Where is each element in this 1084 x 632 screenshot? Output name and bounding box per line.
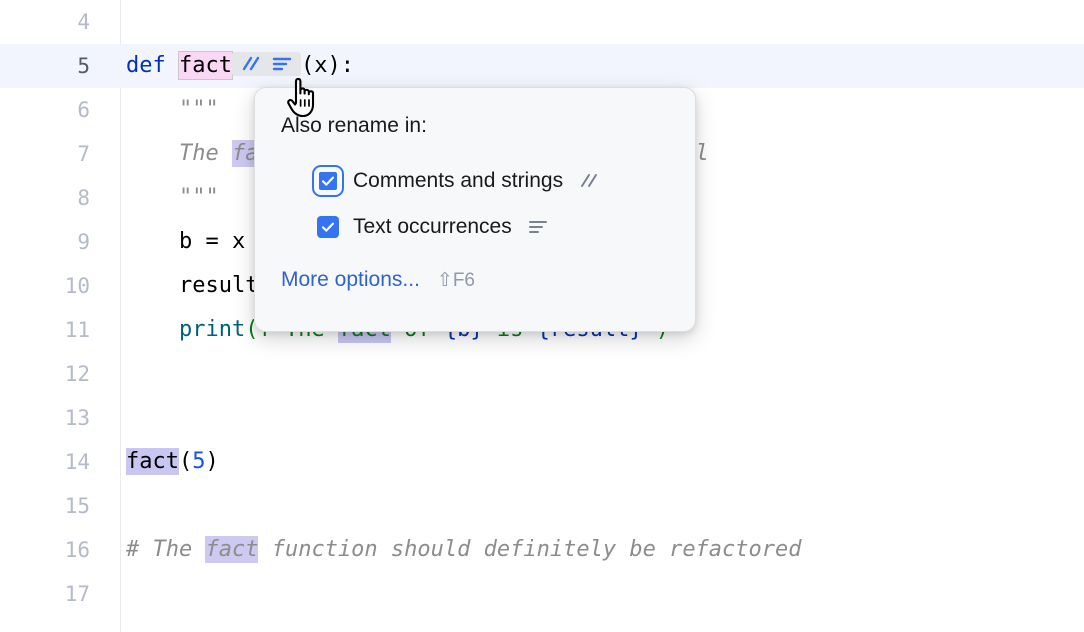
rename-target-identifier[interactable]: fact xyxy=(179,52,232,79)
docstring-close-quotes: """ xyxy=(179,185,219,210)
line-number-12: 12 xyxy=(0,362,104,386)
line14-argument: 5 xyxy=(192,449,205,474)
code-editor[interactable]: 4 5 def fact (x): 6 """ 7 The fact functi… xyxy=(0,0,1084,632)
inline-rename-toolbar[interactable] xyxy=(232,52,301,76)
text-occurrences-label: Text occurrences xyxy=(353,215,512,239)
editor-line-14[interactable]: 14 fact(5) xyxy=(0,440,1084,484)
line-number-17: 17 xyxy=(0,582,104,606)
more-options-shortcut: ⇧F6 xyxy=(437,269,475,292)
editor-line-17[interactable]: 17 xyxy=(0,572,1084,616)
line-number-16: 16 xyxy=(0,538,104,562)
line-number-11: 11 xyxy=(0,318,104,342)
more-options-row[interactable]: More options... ⇧F6 xyxy=(255,268,695,292)
line5-params: (x): xyxy=(301,53,354,78)
option-text-occurrences[interactable]: Text occurrences xyxy=(255,204,695,250)
more-options-link[interactable]: More options... xyxy=(281,268,420,292)
comment-rest: function should definitely be refactored xyxy=(258,537,801,562)
line-number-10: 10 xyxy=(0,274,104,298)
line9-code: b = x xyxy=(179,229,245,254)
docstring-prefix: The xyxy=(179,141,232,166)
line-number-7: 7 xyxy=(0,142,104,166)
editor-line-12[interactable]: 12 xyxy=(0,352,1084,396)
option-comments-and-strings[interactable]: Comments and strings xyxy=(255,158,695,204)
checkmark-icon xyxy=(320,219,336,235)
text-occurrences-checkbox[interactable] xyxy=(317,216,339,238)
text-lines-icon[interactable] xyxy=(271,55,293,73)
rename-options-popup[interactable]: Also rename in: Comments and strings xyxy=(254,87,696,332)
keyword-def: def xyxy=(126,53,166,78)
line-number-13: 13 xyxy=(0,406,104,430)
line-number-9: 9 xyxy=(0,230,104,254)
function-print: print xyxy=(179,317,245,342)
line14-close-paren: ) xyxy=(205,449,218,474)
line-number-4: 4 xyxy=(0,10,104,34)
rename-occurrence-call: fact xyxy=(126,448,179,475)
line14-open-paren: ( xyxy=(179,449,192,474)
line-content-5[interactable]: def fact (x): xyxy=(104,53,1084,79)
rename-occurrence-comment: fact xyxy=(205,536,258,563)
line-number-14: 14 xyxy=(0,450,104,474)
editor-line-5[interactable]: 5 def fact (x): xyxy=(0,44,1084,88)
line-content-14[interactable]: fact(5) xyxy=(104,449,1084,475)
line-number-15: 15 xyxy=(0,494,104,518)
editor-line-13[interactable]: 13 xyxy=(0,396,1084,440)
line-number-5: 5 xyxy=(0,54,104,78)
double-slash-icon xyxy=(578,172,600,190)
comments-and-strings-label: Comments and strings xyxy=(353,169,563,193)
line-number-6: 6 xyxy=(0,98,104,122)
double-slash-icon[interactable] xyxy=(240,55,262,73)
checkmark-icon xyxy=(320,173,336,189)
popup-title: Also rename in: xyxy=(255,114,695,138)
comments-and-strings-checkbox[interactable] xyxy=(317,170,339,192)
comment-prefix: # The xyxy=(126,537,205,562)
editor-line-15[interactable]: 15 xyxy=(0,484,1084,528)
line-content-16[interactable]: # The fact function should definitely be… xyxy=(104,537,1084,563)
docstring-open-quotes: """ xyxy=(179,97,219,122)
line-number-8: 8 xyxy=(0,186,104,210)
editor-line-4[interactable]: 4 xyxy=(0,0,1084,44)
editor-line-16[interactable]: 16 # The fact function should definitely… xyxy=(0,528,1084,572)
text-lines-icon xyxy=(527,218,549,236)
